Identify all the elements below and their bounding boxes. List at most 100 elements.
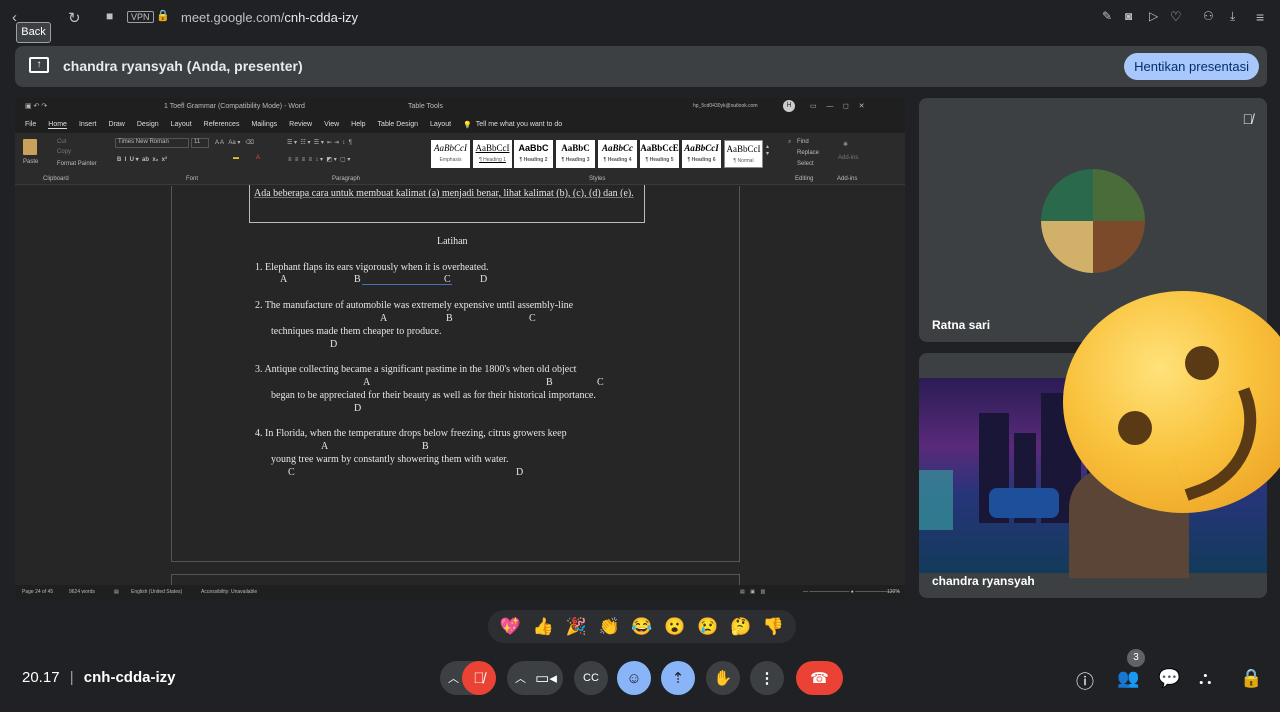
- reaction-thumbs-down[interactable]: 👎: [763, 617, 784, 637]
- table-tools-label: Table Tools: [408, 103, 443, 110]
- font-name-select[interactable]: Times New Roman: [115, 138, 189, 148]
- menu-icon[interactable]: ≡: [1256, 9, 1264, 25]
- account-name[interactable]: hp_5cd0430yk@outlook.com: [693, 103, 758, 109]
- presenting-banner: ↑ chandra ryansyah (Anda, presenter) Hen…: [15, 46, 1267, 87]
- reaction-thumbs-up[interactable]: 👍: [533, 617, 554, 637]
- tab-review[interactable]: Review: [289, 121, 312, 128]
- paste-button[interactable]: Paste: [23, 159, 38, 165]
- lightbulb-icon: 💡: [463, 121, 472, 129]
- highlight-icon[interactable]: ▬: [233, 155, 239, 161]
- reaction-clapping[interactable]: 👏: [598, 617, 619, 637]
- reaction-crying[interactable]: 😢: [697, 617, 718, 637]
- style-normal[interactable]: AaBbCcI ¶ Normal: [724, 140, 763, 168]
- select-button[interactable]: Select: [797, 161, 814, 167]
- copy-button[interactable]: Copy: [57, 149, 71, 155]
- tab-help[interactable]: Help: [351, 121, 365, 128]
- word-count[interactable]: 9624 words: [69, 589, 95, 595]
- paste-icon[interactable]: [23, 139, 37, 155]
- style-heading-4[interactable]: AaBbCc ¶ Heading 4: [598, 140, 637, 168]
- addins-button[interactable]: Add-ins: [838, 155, 858, 161]
- tab-layout[interactable]: Layout: [171, 121, 192, 128]
- chat-icon[interactable]: 💬: [1158, 668, 1180, 689]
- people-icon[interactable]: 👥: [1117, 668, 1139, 689]
- q4-letter-d: D: [516, 467, 524, 478]
- document-page[interactable]: Ada beberapa cara untuk membuat kalimat …: [171, 185, 740, 562]
- address-bar[interactable]: meet.google.com/cnh-cdda-izy: [181, 10, 358, 25]
- mic-off-button[interactable]: 🎙̸: [462, 661, 496, 695]
- mic-options-chevron-icon[interactable]: ︿: [448, 670, 459, 686]
- question-3-line-2: began to be appreciated for their beauty…: [271, 390, 596, 401]
- style-heading-1[interactable]: AaBbCcI ¶ Heading 1: [473, 140, 512, 168]
- font-grow-shrink[interactable]: A A Aa ▾ ⌫: [215, 139, 254, 146]
- q1-letter-d: D: [480, 274, 488, 285]
- addins-icon[interactable]: ✱: [843, 141, 848, 148]
- captions-button[interactable]: CC: [574, 661, 608, 695]
- heart-icon[interactable]: ♡: [1170, 9, 1182, 25]
- view-buttons[interactable]: ▤ ▣ ▥: [740, 589, 765, 595]
- format-painter-button[interactable]: Format Painter: [57, 161, 97, 167]
- camera-button[interactable]: ▭◂: [529, 661, 563, 695]
- tab-view[interactable]: View: [324, 121, 339, 128]
- tab-insert[interactable]: Insert: [79, 121, 97, 128]
- font-color-icon[interactable]: A: [256, 155, 260, 161]
- camera-control-group: ︿ ▭◂: [507, 661, 563, 695]
- proofing-icon[interactable]: ▤: [114, 589, 119, 595]
- accessibility-status[interactable]: Accessibility: Unavailable: [201, 589, 257, 595]
- play-icon[interactable]: ▷: [1149, 9, 1158, 23]
- style-heading-3[interactable]: AaBbC ¶ Heading 3: [556, 140, 595, 168]
- reload-icon[interactable]: ↻: [68, 9, 81, 27]
- tab-mailings[interactable]: Mailings: [251, 121, 277, 128]
- screenshot-icon[interactable]: ◙: [1125, 9, 1132, 23]
- vpn-badge[interactable]: VPN: [127, 11, 154, 23]
- align-buttons[interactable]: ≡ ≡ ≡ ≡ ↕ ▾ ◩ ▾ ▢ ▾: [288, 156, 350, 163]
- profile-icon[interactable]: ⚇: [1203, 9, 1214, 23]
- meeting-time: 20.17: [22, 669, 60, 686]
- selection-underline: [362, 284, 452, 285]
- host-controls-icon[interactable]: 🔒: [1240, 668, 1262, 689]
- tell-me-box[interactable]: Tell me what you want to do: [476, 121, 562, 128]
- font-size-select[interactable]: 11: [191, 138, 209, 148]
- participant-name: chandra ryansyah: [932, 574, 1035, 588]
- zoom-slider[interactable]: — ———————— ● ———————— +: [803, 589, 900, 595]
- reaction-sparkling-heart[interactable]: 💖: [500, 617, 521, 637]
- list-buttons[interactable]: ☰ ▾ ☷ ▾ ☰ ▾ ⇤ ⇥ ↕ ¶: [287, 139, 352, 146]
- more-options-button[interactable]: ⋮: [750, 661, 784, 695]
- reaction-party-popper[interactable]: 🎉: [566, 617, 587, 637]
- account-avatar[interactable]: H: [783, 100, 795, 112]
- reaction-laughing[interactable]: 😂: [631, 617, 652, 637]
- tab-draw[interactable]: Draw: [108, 121, 124, 128]
- save-icon[interactable]: ▣ ↶ ↷: [25, 102, 47, 110]
- info-icon[interactable]: ⓘ: [1076, 668, 1094, 694]
- style-heading-6[interactable]: AaBbCcI ¶ Heading 6: [682, 140, 721, 168]
- reaction-surprised[interactable]: 😮: [664, 617, 685, 637]
- cut-button[interactable]: Cut: [57, 139, 66, 145]
- camera-options-chevron-icon[interactable]: ︿: [515, 670, 526, 686]
- present-button[interactable]: ⇡: [661, 661, 695, 695]
- font-format-buttons[interactable]: B I U ▾ ab x₂ x²: [117, 156, 167, 163]
- window-controls[interactable]: ▭ — ◻ ✕: [810, 102, 864, 110]
- download-icon[interactable]: ⤓: [1230, 9, 1235, 24]
- tab-design[interactable]: Design: [137, 121, 159, 128]
- stop-presenting-button[interactable]: Hentikan presentasi: [1124, 53, 1259, 80]
- style-heading-5[interactable]: AaBbCcE ¶ Heading 5: [640, 140, 679, 168]
- tab-home[interactable]: Home: [48, 121, 67, 129]
- tab-table-design[interactable]: Table Design: [378, 121, 418, 128]
- tab-file[interactable]: File: [25, 121, 36, 128]
- raise-hand-button[interactable]: ✋: [706, 661, 740, 695]
- lock-icon[interactable]: 🔒: [156, 9, 170, 22]
- find-button[interactable]: Find: [797, 139, 809, 145]
- zoom-level[interactable]: 120%: [887, 589, 900, 595]
- language[interactable]: English (United States): [131, 589, 182, 595]
- style-emphasis[interactable]: AaBbCcI Emphasis: [431, 140, 470, 168]
- reaction-thinking[interactable]: 🤔: [730, 617, 751, 637]
- page-count[interactable]: Page 24 of 45: [22, 589, 53, 595]
- replace-button[interactable]: Replace: [797, 150, 819, 156]
- end-call-button[interactable]: ☎: [796, 661, 843, 695]
- style-heading-2[interactable]: AaBbC ¶ Heading 2: [514, 140, 553, 168]
- tab-table-layout[interactable]: Layout: [430, 121, 451, 128]
- edit-icon[interactable]: ✎: [1102, 9, 1112, 23]
- styles-scroll[interactable]: ▴ ▾: [766, 143, 769, 157]
- emoji-reactions-button[interactable]: ☺: [617, 661, 651, 695]
- tab-references[interactable]: References: [204, 121, 240, 128]
- activities-icon[interactable]: ⛬: [1199, 668, 1212, 689]
